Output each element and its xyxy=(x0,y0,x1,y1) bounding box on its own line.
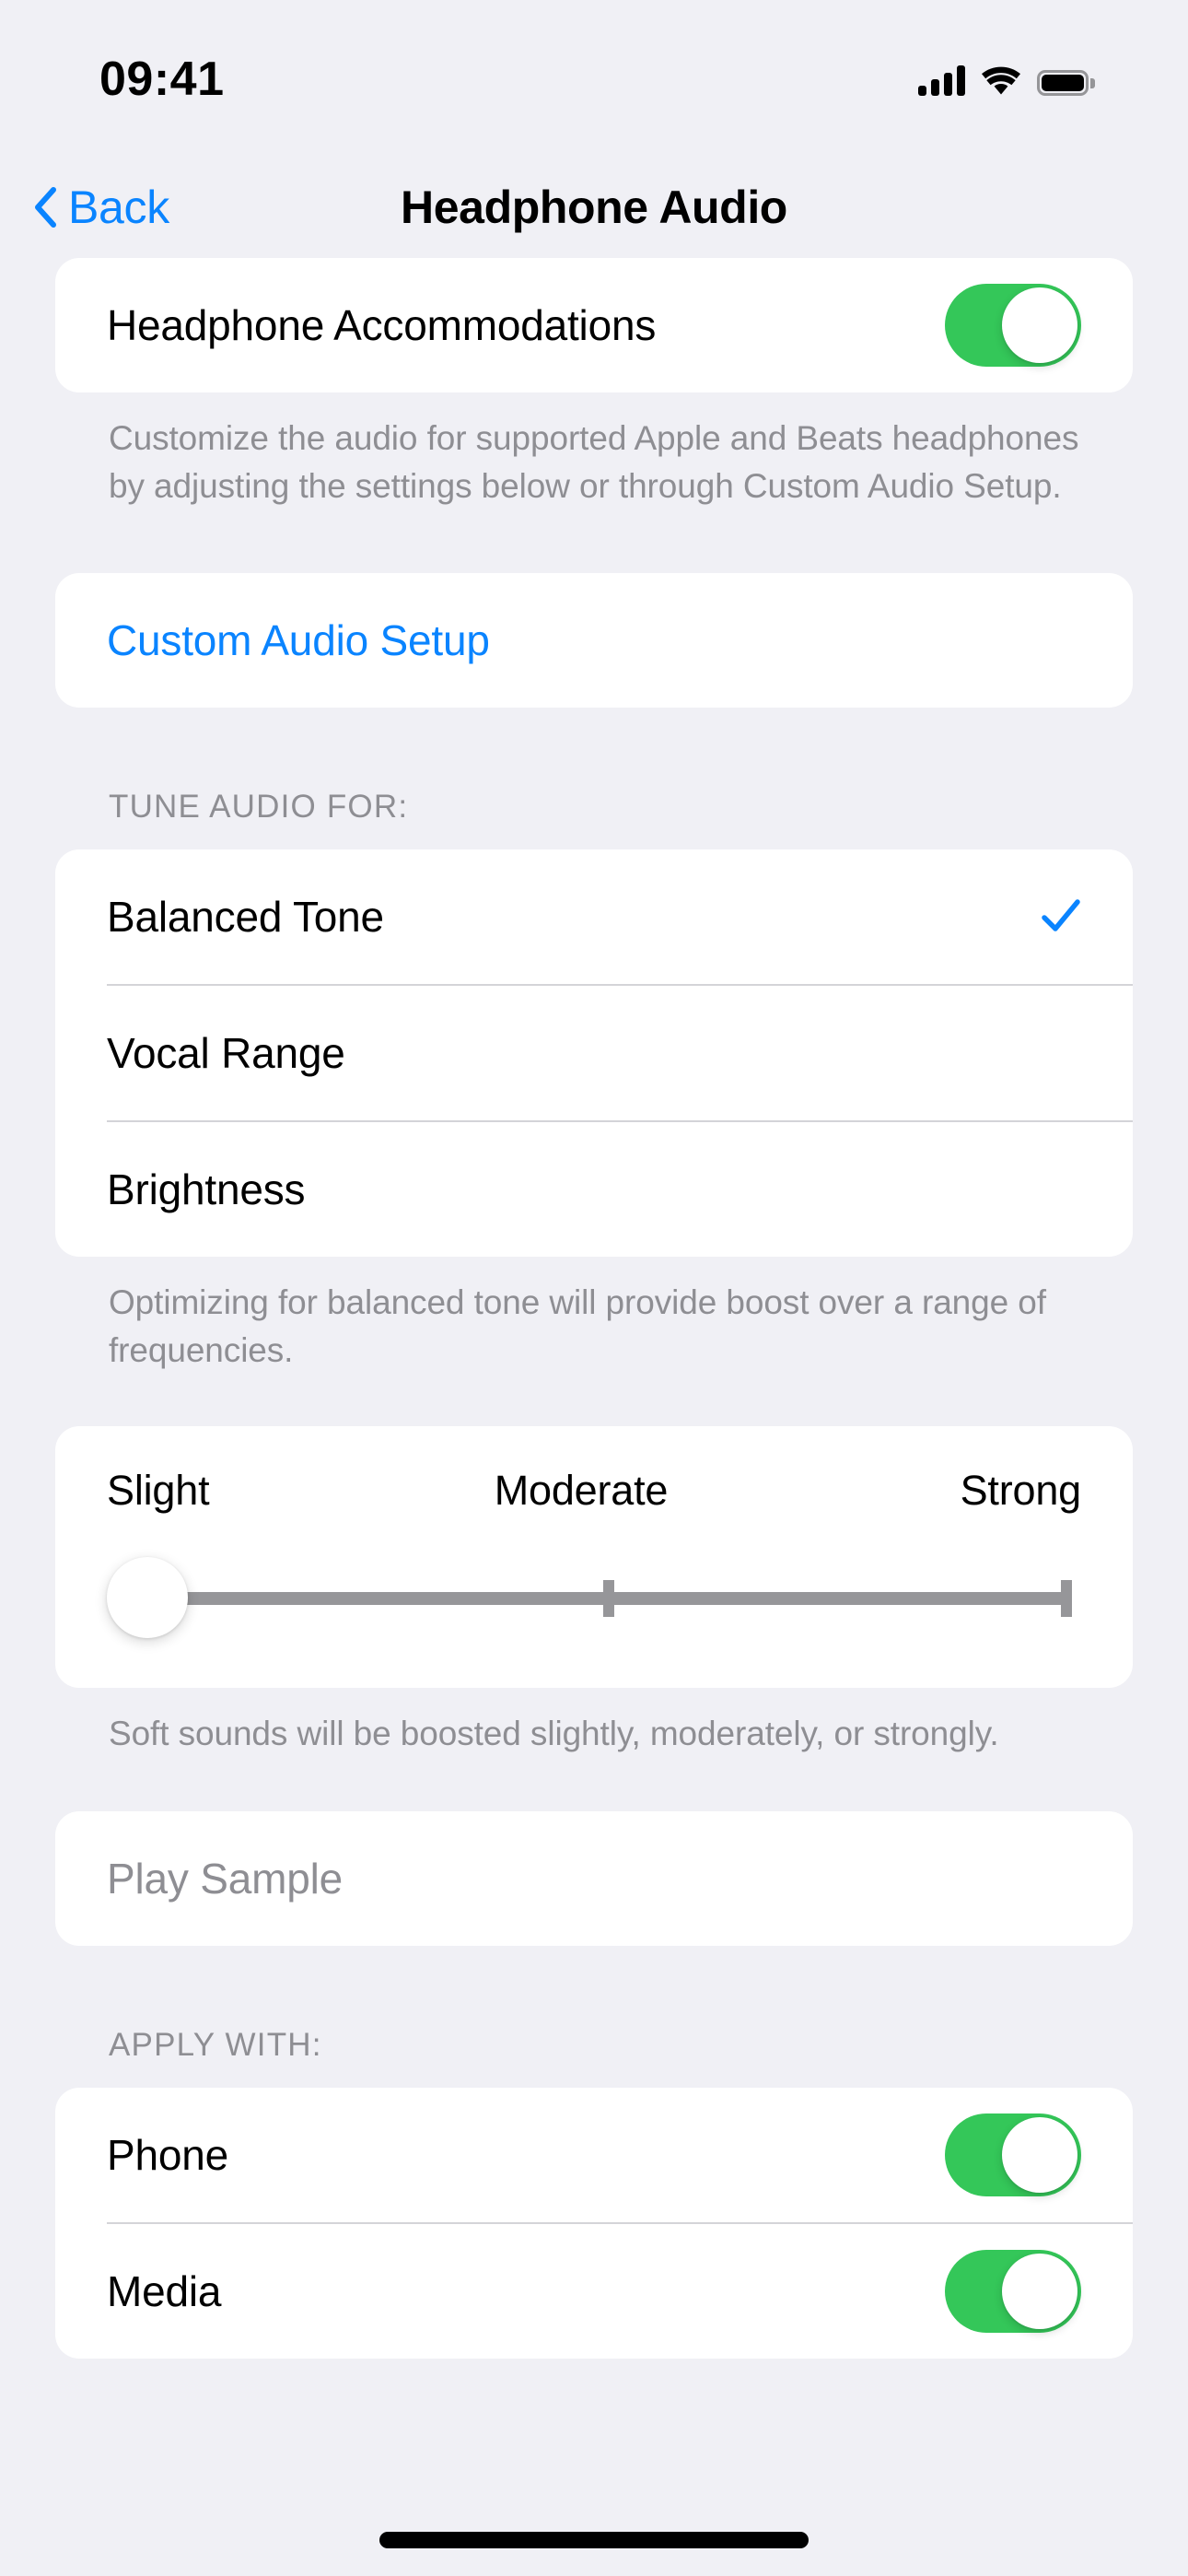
toggle-knob xyxy=(1002,2254,1077,2329)
status-bar-indicators xyxy=(918,64,1095,96)
apply-phone-toggle[interactable] xyxy=(945,2113,1081,2196)
row-play-sample[interactable]: Play Sample xyxy=(55,1811,1133,1946)
strength-slider[interactable] xyxy=(107,1557,1081,1638)
strength-slider-footnote: Soft sounds will be boosted slightly, mo… xyxy=(109,1715,999,1752)
toggle-knob xyxy=(1002,2117,1077,2193)
option-brightness[interactable]: Brightness xyxy=(55,1122,1133,1257)
slider-tick-moderate xyxy=(603,1580,614,1617)
back-button[interactable]: Back xyxy=(33,157,169,258)
option-brightness-label: Brightness xyxy=(107,1165,306,1213)
headphone-accommodations-card: Headphone Accommodations xyxy=(55,258,1133,392)
slider-label-moderate: Moderate xyxy=(494,1467,669,1514)
option-balanced-tone-label: Balanced Tone xyxy=(107,893,384,941)
strength-slider-card: Slight Moderate Strong xyxy=(55,1426,1133,1688)
tune-audio-footnote: Optimizing for balanced tone will provid… xyxy=(109,1283,1046,1369)
tune-audio-card: Balanced Tone Vocal Range Brightness xyxy=(55,849,1133,1257)
accommodations-footnote: Customize the audio for supported Apple … xyxy=(109,419,1079,505)
option-vocal-range-label: Vocal Range xyxy=(107,1029,345,1077)
home-indicator[interactable] xyxy=(379,2532,809,2548)
option-balanced-tone[interactable]: Balanced Tone xyxy=(55,849,1133,984)
back-button-label: Back xyxy=(68,181,169,233)
chevron-left-icon xyxy=(35,187,56,228)
cellular-signal-icon xyxy=(918,64,965,96)
slider-tick-strong xyxy=(1061,1580,1072,1617)
apply-with-card: Phone Media xyxy=(55,2088,1133,2359)
play-sample-card: Play Sample xyxy=(55,1811,1133,1946)
apply-phone-label: Phone xyxy=(107,2131,229,2179)
slider-scale-labels: Slight Moderate Strong xyxy=(107,1467,1081,1515)
apply-media-toggle[interactable] xyxy=(945,2250,1081,2333)
row-headphone-accommodations[interactable]: Headphone Accommodations xyxy=(55,258,1133,392)
checkmark-icon xyxy=(1042,899,1080,931)
apply-with-section-header: APPLY WITH: xyxy=(109,2027,322,2063)
status-bar-time: 09:41 xyxy=(99,53,225,106)
wifi-icon xyxy=(982,66,1020,95)
play-sample-label: Play Sample xyxy=(107,1855,344,1903)
headphone-accommodations-toggle[interactable] xyxy=(945,284,1081,367)
tune-audio-section-header: TUNE AUDIO FOR: xyxy=(109,789,409,825)
row-apply-media[interactable]: Media xyxy=(55,2224,1133,2359)
row-custom-audio-setup[interactable]: Custom Audio Setup xyxy=(55,573,1133,708)
navigation-bar: Headphone Audio Back xyxy=(0,157,1188,258)
status-bar: 09:41 xyxy=(0,0,1188,138)
slider-label-strong: Strong xyxy=(960,1467,1082,1514)
custom-audio-setup-card: Custom Audio Setup xyxy=(55,573,1133,708)
row-apply-phone[interactable]: Phone xyxy=(55,2088,1133,2222)
toggle-knob xyxy=(1002,287,1077,363)
option-vocal-range[interactable]: Vocal Range xyxy=(55,986,1133,1120)
apply-media-label: Media xyxy=(107,2267,222,2315)
page-title: Headphone Audio xyxy=(401,181,787,233)
battery-full-icon xyxy=(1037,70,1095,96)
slider-thumb[interactable] xyxy=(107,1557,188,1638)
slider-label-slight: Slight xyxy=(107,1467,210,1514)
custom-audio-setup-label: Custom Audio Setup xyxy=(107,616,490,664)
settings-content: Headphone Accommodations Customize the a… xyxy=(0,258,1188,2359)
headphone-accommodations-label: Headphone Accommodations xyxy=(107,301,657,349)
